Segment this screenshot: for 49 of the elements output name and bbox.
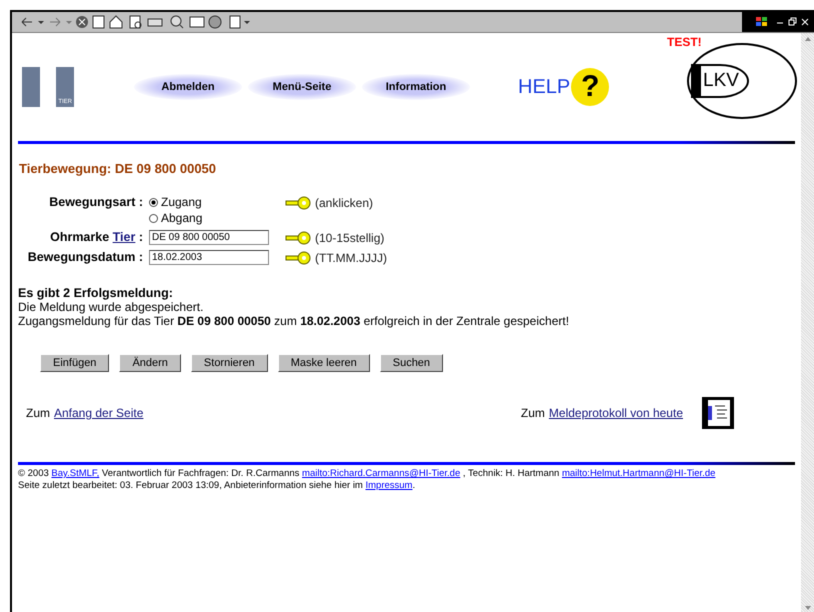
key-icon [285,196,311,210]
eartag-field[interactable]: DE 09 800 00050 [149,230,269,245]
radio-button[interactable] [149,198,158,206]
colon-text: : [138,230,143,244]
link-prefix: Zum [26,406,50,420]
nav-link[interactable]: Menü-Seite [248,74,356,100]
message-text: Die Meldung wurde abgespeichert. [18,300,204,314]
hint-text: (TT.MM.JJJJ) [315,250,387,264]
hint-text: (anklicken) [315,196,374,210]
close-icon[interactable] [801,17,810,27]
date-field[interactable]: 18.02.2003 [149,250,269,265]
footer-text: , Technik: H. Hartmann [462,468,560,479]
form-button[interactable]: Maske leeren [278,354,370,372]
scroll-down-icon[interactable] [802,604,812,612]
message-text: Zugangsmeldung für das Tier DE 09 800 00050 zum 18.02.2003 erfolgreich in der Zentrale gespeichert! [18,314,570,328]
key-icon [285,230,311,244]
nav-link[interactable]: Information [362,74,470,100]
protocol-book-icon[interactable] [701,396,735,430]
field-label: Bewegungsdatum : [26,249,143,266]
footer-link[interactable]: mailto:Helmut.Hartmann@HI-Tier.de [562,468,716,479]
field-label: Ohrmarke [50,230,110,244]
tier-link[interactable]: Tier [112,230,136,244]
footer-link[interactable]: Bay.StMLF, [51,468,100,479]
footer-link[interactable]: Impressum [365,480,412,491]
form-button[interactable]: Ändern [119,354,181,372]
restore-icon[interactable] [788,17,797,27]
footer-text: . [412,480,416,491]
radio-button[interactable] [149,214,158,222]
nav-link[interactable]: Abmelden [134,74,242,100]
footer-link[interactable]: mailto:Richard.Carmanns@HI-Tier.de [302,468,460,479]
link-prefix: Zum [520,406,545,420]
footer-text: © 2003 [18,468,50,479]
page-link[interactable]: Anfang der Seite [54,406,144,420]
message-heading: Es gibt 2 Erfolgsmeldung: [18,286,174,300]
hint-text: (10-15stellig) [315,230,384,244]
form-button[interactable]: Einfügen [40,354,110,372]
form-button[interactable]: Suchen [380,354,444,372]
footer-text: Seite zuletzt bearbeitet: 03. Februar 2003 13:09, Anbieterinformation siehe hier im [18,480,364,491]
footer-text: Verantwortlich für Fachfragen: Dr. R.Carmanns [100,468,300,479]
help-logo[interactable]: HELP ? [518,68,610,106]
radio-label[interactable]: Abgang [161,210,202,226]
field-label: Bewegungsart : [48,194,143,211]
key-icon [285,250,311,264]
page-link[interactable]: Meldeprotokoll von heute [548,406,683,420]
scrollbar[interactable] [801,33,814,612]
radio-label[interactable]: Zugang [161,194,202,210]
page-title: Tierbewegung: DE 09 800 00050 [19,161,218,176]
scroll-up-icon[interactable] [802,35,812,43]
form-button[interactable]: Stornieren [190,354,268,372]
